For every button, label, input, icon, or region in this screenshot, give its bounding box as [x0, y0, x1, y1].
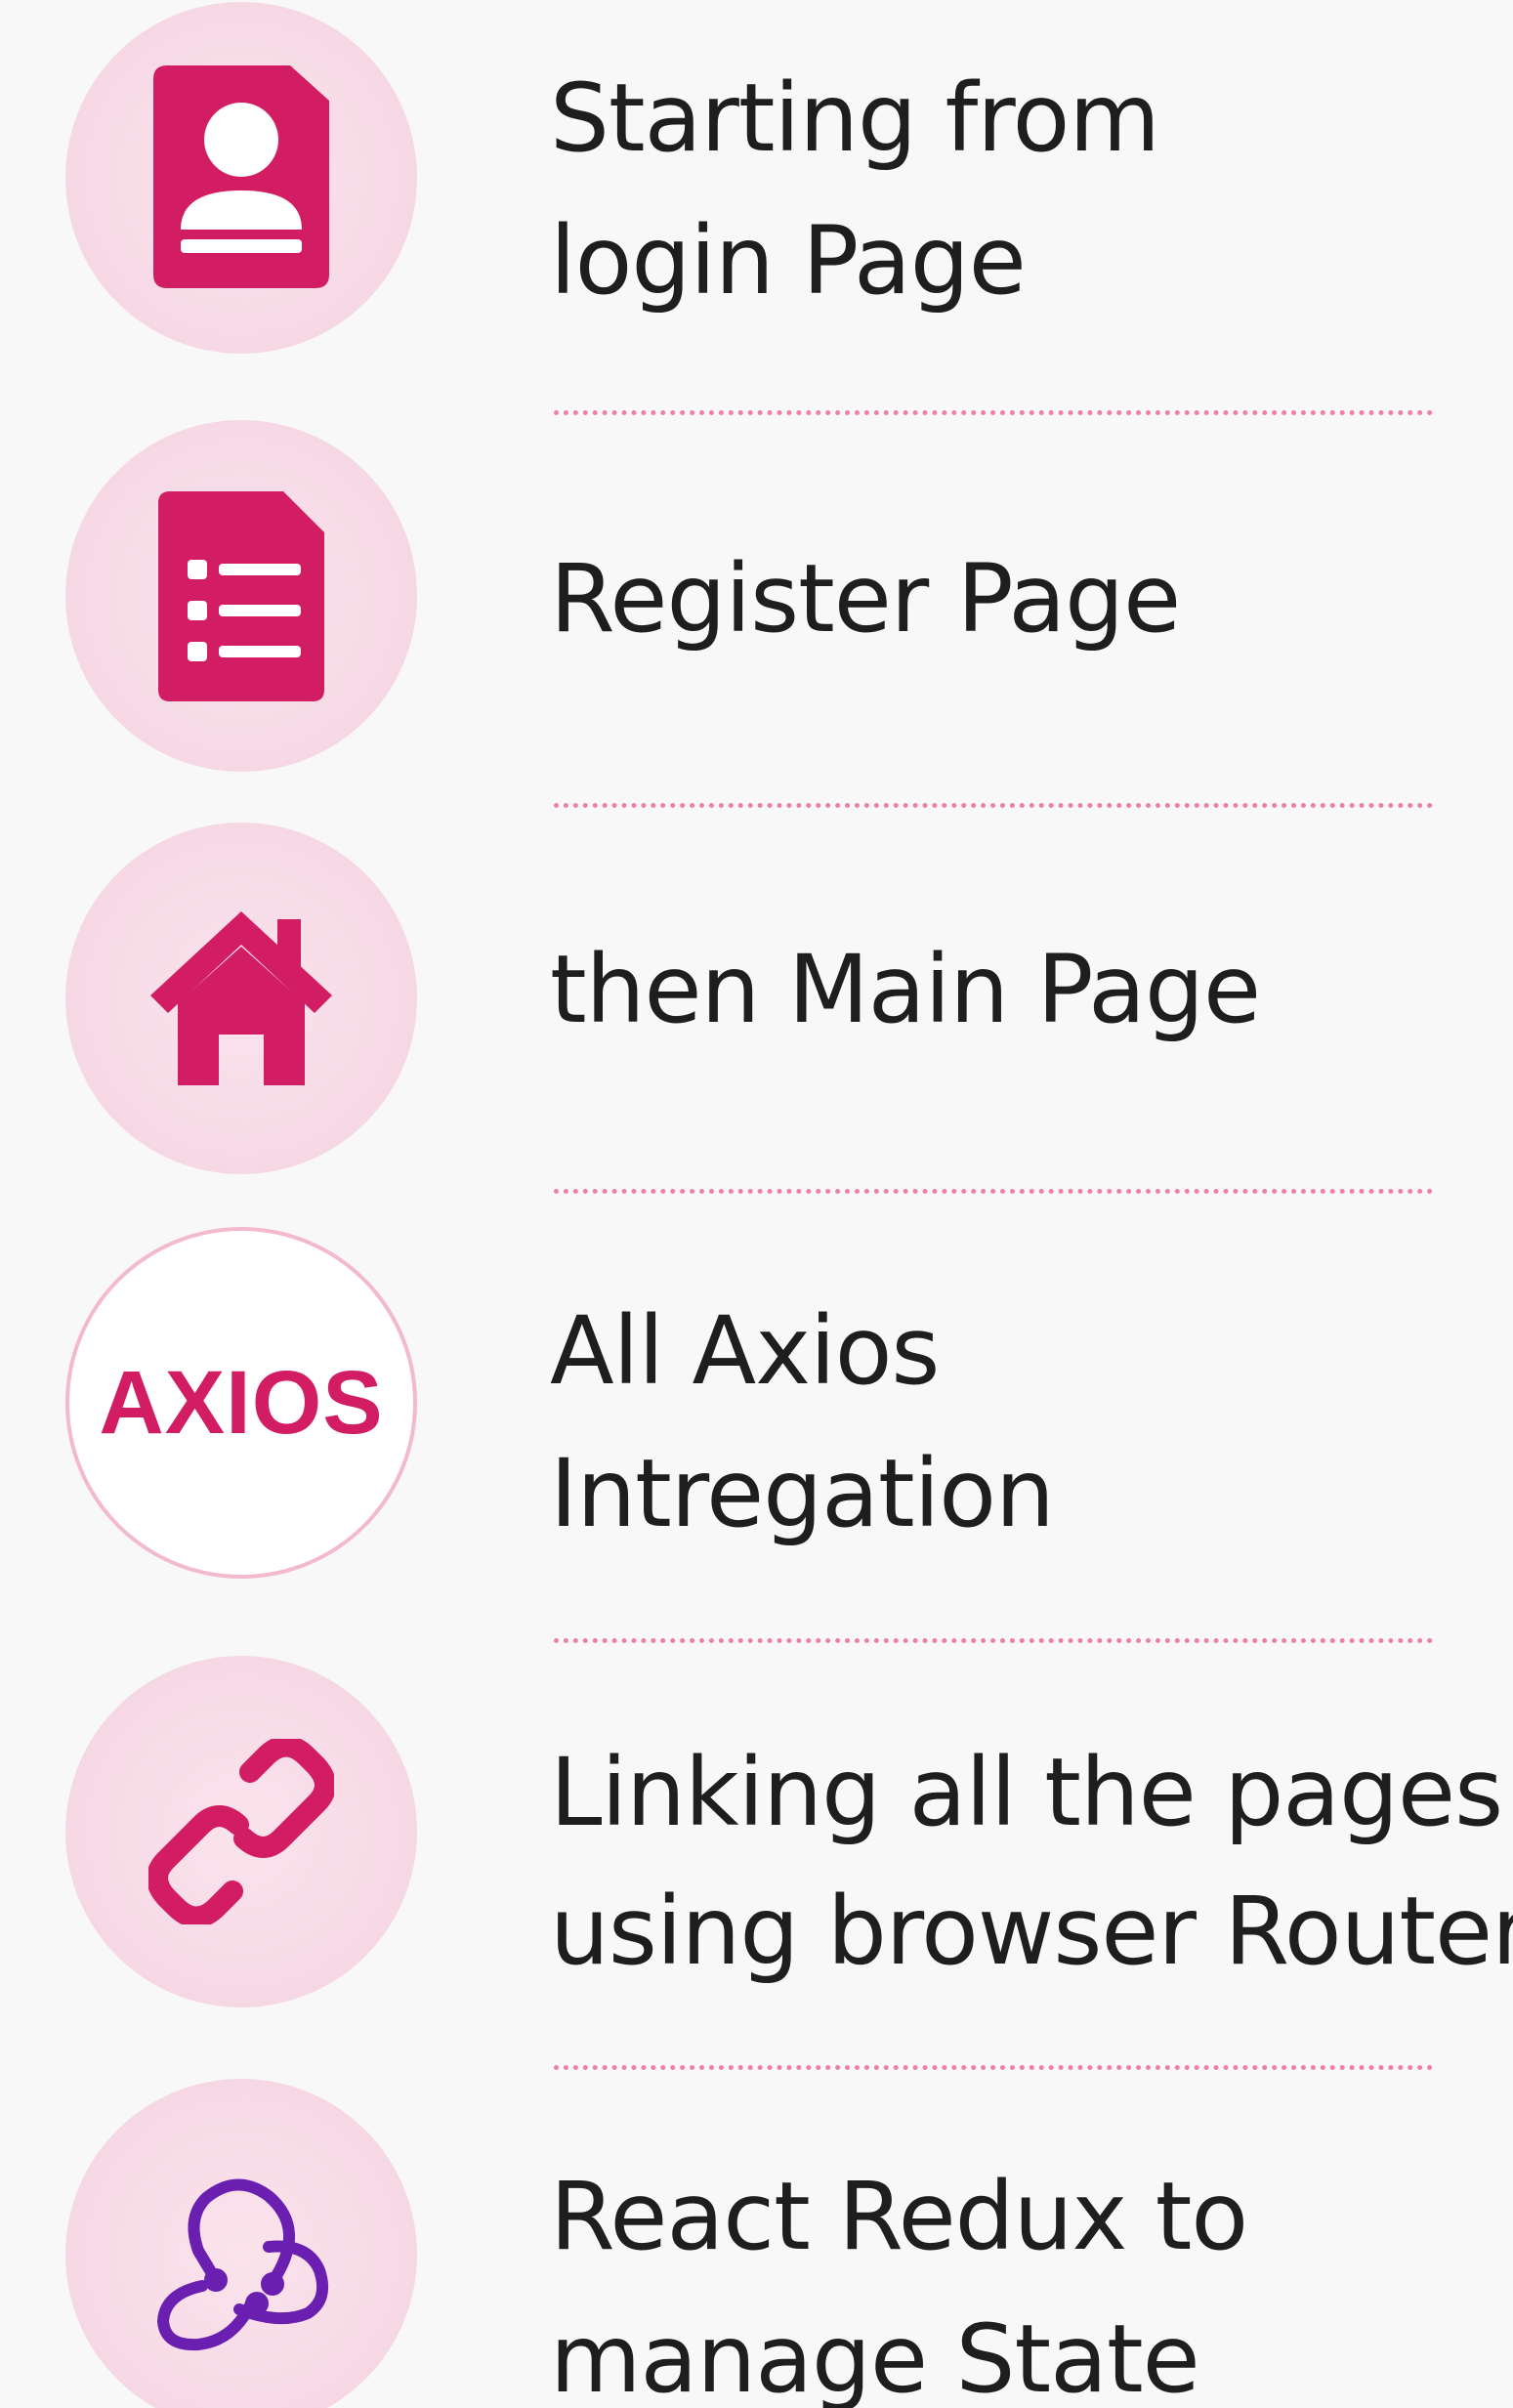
profile-card-icon-circle [65, 2, 417, 354]
divider [554, 410, 1433, 415]
profile-card-icon [153, 65, 329, 288]
feature-label-line1: React Redux to [550, 2162, 1248, 2271]
feature-label-line2: Intregation [550, 1439, 1055, 1548]
feature-label-line1: Linking all the pages [550, 1738, 1503, 1847]
form-list-icon [158, 490, 324, 701]
feature-label-line2: login Page [550, 206, 1027, 316]
feature-label-line1: All Axios [550, 1296, 940, 1406]
form-list-icon-circle [65, 420, 417, 772]
axios-logo: AXIOS [65, 1227, 417, 1579]
home-icon [150, 911, 332, 1085]
redux-logo-icon [156, 2178, 328, 2351]
divider [554, 1189, 1433, 1194]
redux-logo-icon-circle [65, 2079, 417, 2408]
chain-link-icon [148, 1739, 334, 1924]
divider [554, 1638, 1433, 1643]
chain-link-icon-circle [65, 1656, 417, 2007]
feature-label-line1: then Main Page [550, 935, 1261, 1044]
divider [554, 2065, 1433, 2070]
axios-logo-text: AXIOS [99, 1352, 384, 1453]
feature-label-line2: using browser Router [550, 1877, 1513, 1986]
feature-label-line1: Starting from [550, 63, 1160, 173]
feature-label-line1: Register Page [550, 544, 1181, 654]
home-icon-circle [65, 823, 417, 1174]
feature-label-line2: manage State [550, 2304, 1200, 2408]
divider [554, 803, 1433, 808]
